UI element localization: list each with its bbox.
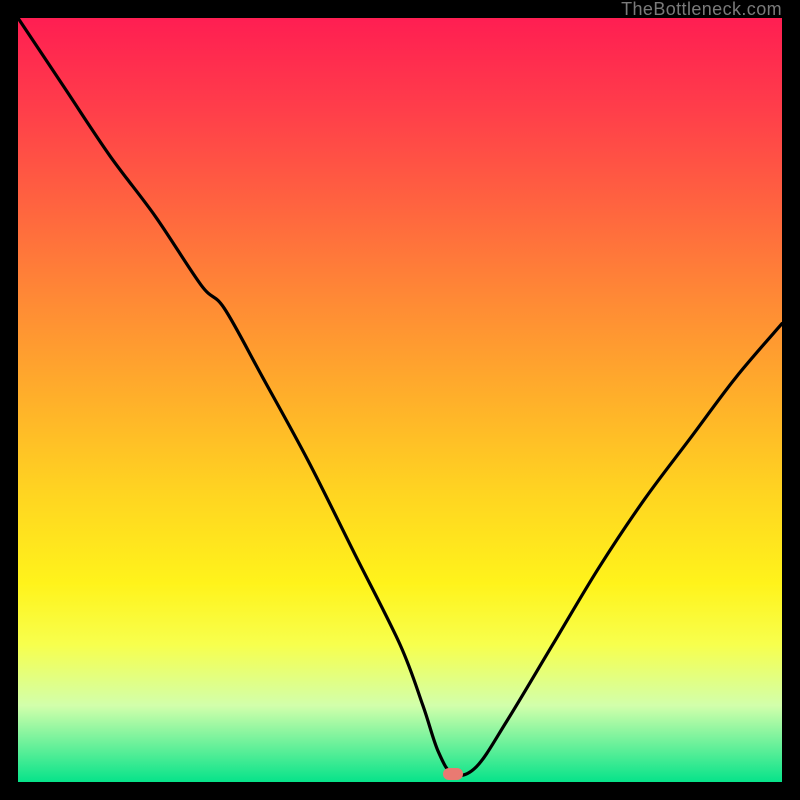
optimum-marker xyxy=(443,768,463,780)
watermark-label: TheBottleneck.com xyxy=(621,0,782,20)
figure-root: TheBottleneck.com xyxy=(0,0,800,800)
plot-area xyxy=(18,18,782,782)
bottleneck-curve xyxy=(18,18,782,776)
curve-layer xyxy=(18,18,782,782)
